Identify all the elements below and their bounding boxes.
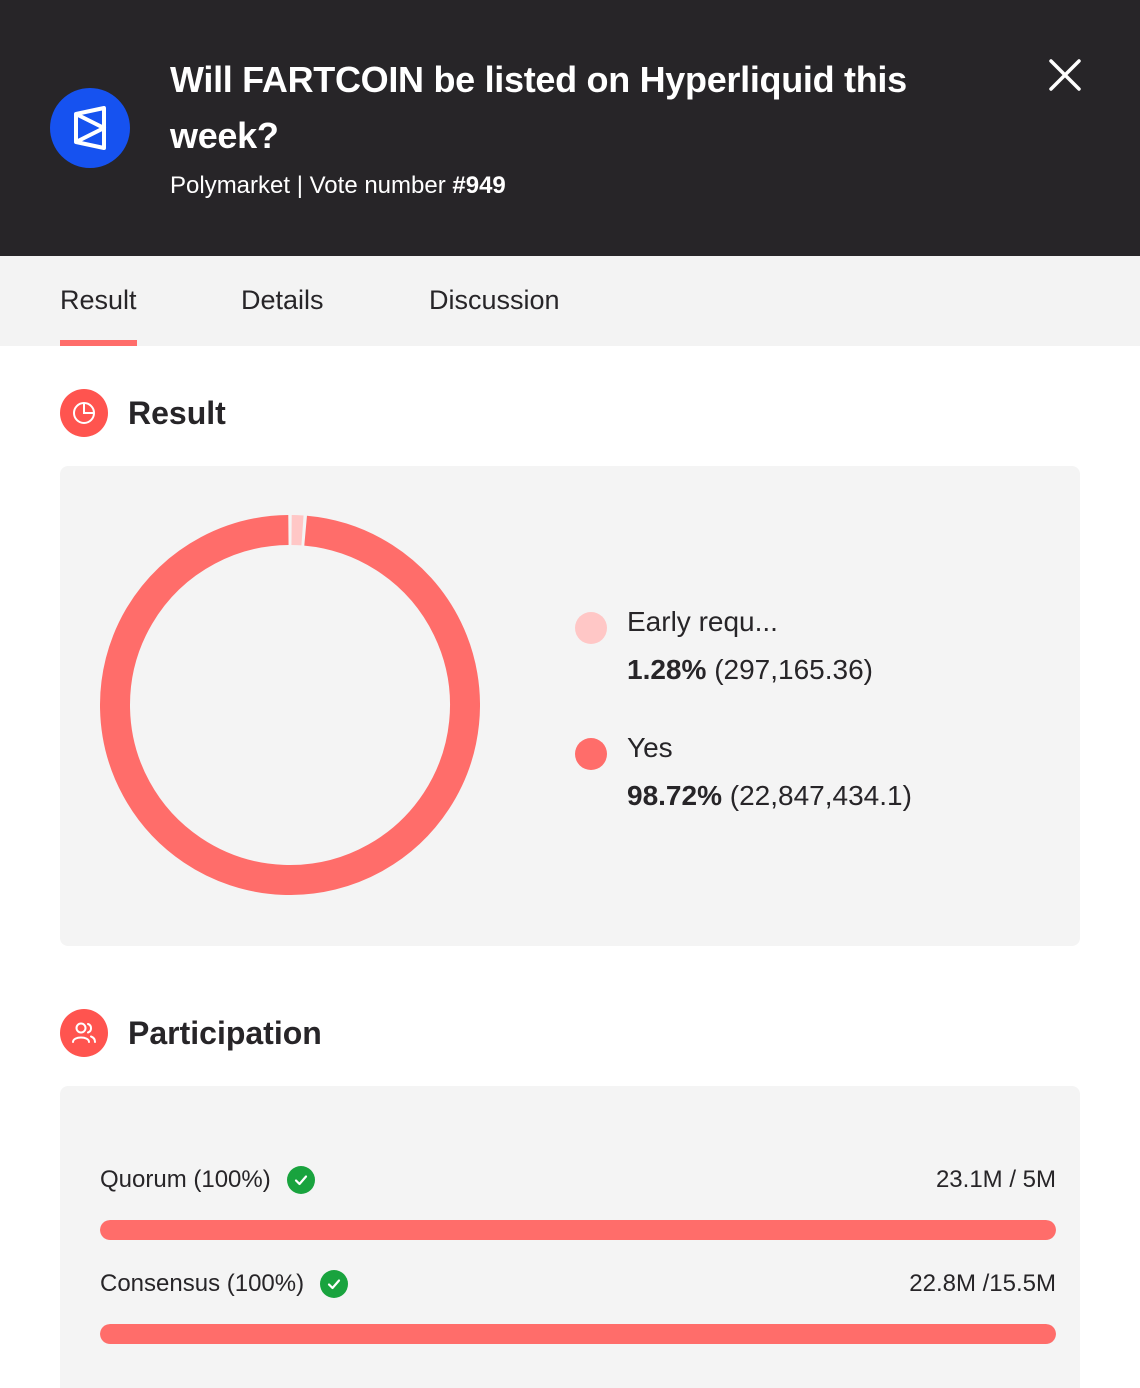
tab-details[interactable]: Details [241, 256, 324, 346]
quorum-label: Quorum (100%) [100, 1166, 271, 1193]
legend-label: Yes [627, 732, 673, 763]
legend-amount: (22,847,434.1) [729, 780, 912, 811]
legend-value: 98.72% (22,847,434.1) [627, 776, 912, 816]
pie-chart-icon [60, 389, 108, 437]
consensus-progress-bar [100, 1324, 1056, 1344]
tab-bar: Result Details Discussion [0, 256, 1140, 346]
vote-title: Will FARTCOIN be listed on Hyperliquid t… [170, 59, 907, 156]
quorum-label-row: Quorum (100%) [100, 1162, 315, 1198]
check-icon [320, 1270, 349, 1298]
participation-card: Quorum (100%) 23.1M / 5M Consensus (100%… [60, 1086, 1080, 1388]
quorum-progress-fill [100, 1220, 1056, 1240]
legend-percent: 1.28% [627, 654, 707, 685]
consensus-label: Consensus (100%) [100, 1270, 305, 1297]
close-button[interactable] [1040, 50, 1090, 100]
polymarket-logo-icon [50, 88, 130, 168]
vote-number-label: | Vote number [290, 172, 453, 199]
users-icon [60, 1009, 108, 1057]
donut-chart [100, 515, 480, 895]
legend-label: Early requ... [627, 606, 778, 637]
result-title: Result [128, 394, 226, 431]
participation-section-header: Participation [60, 1009, 322, 1057]
vote-number: #949 [452, 172, 506, 199]
vote-header: Will FARTCOIN be listed on Hyperliquid t… [0, 0, 1140, 256]
consensus-label-row: Consensus (100%) [100, 1266, 349, 1302]
consensus-value: 22.8M /15.5M [909, 1270, 1056, 1297]
legend-percent: 98.72% [627, 780, 722, 811]
legend-value: 1.28% (297,165.36) [627, 650, 873, 690]
result-card: Early requ... 1.28% (297,165.36) Yes 98.… [60, 466, 1080, 946]
donut-slice-yes [100, 515, 480, 895]
tab-result[interactable]: Result [60, 256, 137, 346]
result-section-header: Result [60, 389, 226, 437]
quorum-value: 23.1M / 5M [935, 1166, 1056, 1193]
tab-discussion[interactable]: Discussion [429, 256, 560, 346]
legend-amount: (297,165.36) [714, 654, 873, 685]
participation-title: Participation [128, 1014, 322, 1051]
legend-swatch [575, 738, 607, 770]
close-icon [1049, 59, 1081, 91]
legend-swatch [575, 612, 607, 644]
source-name: Polymarket [170, 172, 291, 199]
consensus-progress-fill [100, 1324, 1056, 1344]
vote-subtitle: Polymarket | Vote number #949 [170, 168, 506, 204]
quorum-progress-bar [100, 1220, 1056, 1240]
check-icon [286, 1166, 315, 1194]
